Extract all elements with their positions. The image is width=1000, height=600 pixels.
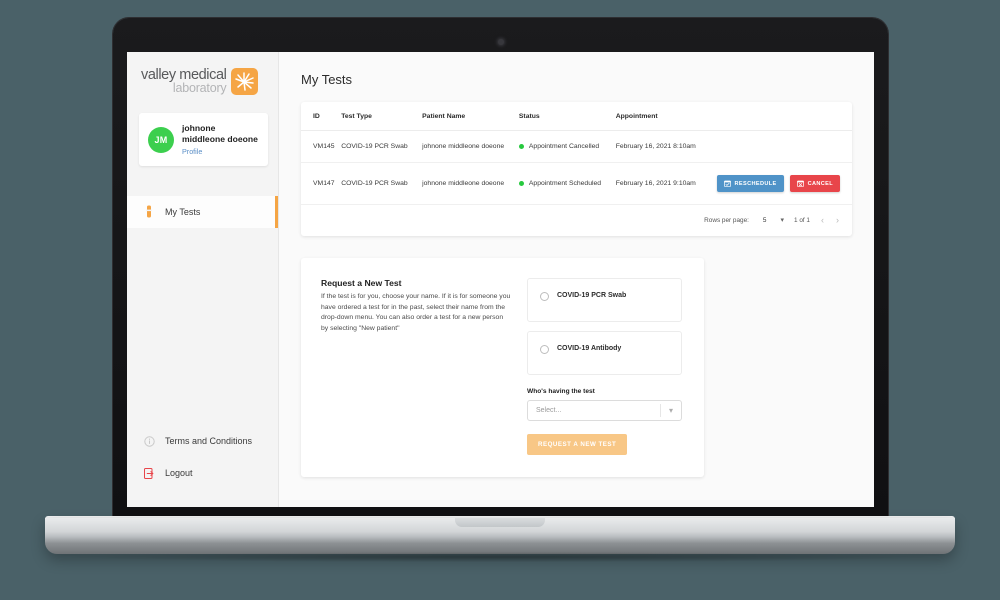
page-title: My Tests — [301, 72, 353, 87]
status-dot-icon — [518, 144, 524, 149]
cell-id: VM145 — [301, 130, 342, 163]
test-option-covid-19-pcr-swab[interactable]: COVID-19 PCR Swab — [527, 278, 682, 322]
profile-last-name: middleone doeone — [182, 134, 258, 145]
column-header-patient-name: Patient Name — [422, 102, 519, 131]
app-root: valley medical laboratory JM johnone mid… — [127, 52, 874, 507]
tests-table: ID Test Type Patient Name Status Appoint… — [301, 102, 852, 205]
radio-icon[interactable] — [540, 345, 549, 354]
request-form-column: COVID-19 PCR Swab COVID-19 Antibody Who'… — [527, 278, 682, 455]
patient-select[interactable]: Select... ▾ — [527, 400, 682, 421]
reschedule-button[interactable]: RESCHEDULE — [716, 175, 784, 192]
cell-actions: RESCHEDULE CANCEL — [716, 162, 852, 205]
profile-link[interactable]: Profile — [182, 147, 258, 156]
sidebar-nav-bottom: Terms and Conditions Logout — [127, 425, 278, 507]
column-header-actions — [716, 102, 852, 131]
request-description: If the test is for you, choose your name… — [321, 293, 511, 332]
brand-logo[interactable]: valley medical laboratory — [127, 52, 278, 109]
table-header-row: ID Test Type Patient Name Status Appoint… — [301, 102, 852, 131]
avatar: JM — [148, 126, 174, 153]
main-content: My Tests ID Test Type Patient Name Statu… — [279, 52, 874, 507]
sidebar-item-logout[interactable]: Logout — [127, 457, 278, 489]
sidebar: valley medical laboratory JM johnone mid… — [127, 52, 279, 507]
webcam-icon — [497, 39, 504, 45]
test-option-label: COVID-19 PCR Swab — [557, 292, 627, 299]
test-option-covid-19-antibody[interactable]: COVID-19 Antibody — [527, 331, 682, 375]
request-new-test-button[interactable]: REQUEST A NEW TEST — [527, 434, 628, 455]
calendar-check-icon — [723, 180, 731, 187]
rows-per-page-select[interactable]: 5 ▾ — [763, 217, 784, 224]
chevron-down-icon: ▾ — [780, 217, 784, 224]
table-row[interactable]: VM145 COVID-19 PCR Swab johnone middleon… — [301, 130, 852, 163]
chevron-down-icon[interactable]: ▾ — [661, 406, 681, 415]
calendar-x-icon — [796, 180, 804, 187]
profile-text: johnone middleone doeone Profile — [182, 123, 258, 155]
column-header-id: ID — [301, 102, 342, 131]
sidebar-item-my-tests[interactable]: My Tests — [127, 195, 278, 228]
request-new-test-card: Request a New Test If the test is for yo… — [301, 258, 704, 477]
column-header-test-type: Test Type — [341, 102, 423, 131]
profile-card[interactable]: JM johnone middleone doeone Profile — [139, 113, 268, 166]
brand-wordmark: valley medical laboratory — [141, 67, 227, 96]
cell-patient-name: johnone middleone doeone — [422, 130, 519, 163]
rows-per-page-label: Rows per page: — [704, 217, 749, 224]
laptop-device: valley medical laboratory JM johnone mid… — [0, 0, 1000, 600]
cancel-button[interactable]: CANCEL — [789, 175, 840, 192]
status-badge: Appointment Scheduled — [518, 180, 612, 187]
test-tube-icon — [143, 205, 155, 219]
sunburst-icon — [231, 68, 259, 96]
sidebar-item-label: Terms and Conditions — [165, 436, 253, 446]
request-title: Request a New Test — [321, 278, 402, 288]
cell-patient-name: johnone middleone doeone — [422, 162, 519, 205]
profile-first-name: johnone — [182, 123, 216, 134]
row-action-buttons: RESCHEDULE CANCEL — [716, 175, 840, 192]
table-row[interactable]: VM147 COVID-19 PCR Swab johnone middleon… — [301, 162, 852, 205]
status-label: Appointment Scheduled — [528, 180, 602, 187]
cell-id: VM147 — [301, 162, 342, 205]
radio-icon[interactable] — [540, 292, 549, 301]
patient-select-placeholder: Select... — [536, 407, 562, 414]
brand-line-2: laboratory — [172, 81, 227, 96]
cancel-button-label: CANCEL — [807, 180, 833, 187]
logout-icon — [143, 466, 155, 480]
laptop-shadow — [70, 552, 930, 562]
test-option-label: COVID-19 Antibody — [557, 345, 622, 352]
sidebar-item-terms-and-conditions[interactable]: Terms and Conditions — [127, 425, 278, 457]
cell-appointment: February 16, 2021 9:10am — [615, 162, 717, 205]
cell-status: Appointment Scheduled — [518, 162, 616, 205]
page-info: 1 of 1 — [794, 217, 810, 224]
pagination: Rows per page: 5 ▾ 1 of 1 ‹ › — [301, 205, 852, 236]
status-badge: Appointment Cancelled — [518, 143, 612, 150]
cell-status: Appointment Cancelled — [518, 130, 616, 163]
table-body: VM145 COVID-19 PCR Swab johnone middleon… — [301, 130, 852, 205]
reschedule-button-label: RESCHEDULE — [734, 180, 777, 187]
sidebar-item-label: My Tests — [165, 206, 201, 217]
chevron-right-icon[interactable]: › — [835, 216, 840, 225]
request-description-column: Request a New Test If the test is for yo… — [321, 278, 511, 455]
patient-select-label: Who's having the test — [527, 388, 595, 395]
status-label: Appointment Cancelled — [528, 143, 600, 150]
laptop-lid-notch — [455, 518, 545, 527]
cell-test-type: COVID-19 PCR Swab — [341, 130, 423, 163]
column-header-appointment: Appointment — [615, 102, 717, 131]
tests-table-card: ID Test Type Patient Name Status Appoint… — [301, 102, 852, 236]
status-dot-icon — [518, 181, 524, 186]
laptop-screen: valley medical laboratory JM johnone mid… — [127, 52, 874, 507]
sidebar-item-label: Logout — [165, 468, 193, 478]
sidebar-nav-main: My Tests — [127, 195, 278, 228]
rows-per-page-value: 5 — [762, 217, 767, 224]
info-icon — [143, 434, 155, 448]
table-header: ID Test Type Patient Name Status Appoint… — [301, 102, 852, 131]
chevron-left-icon[interactable]: ‹ — [820, 216, 825, 225]
column-header-status: Status — [518, 102, 616, 131]
cell-appointment: February 16, 2021 8:10am — [615, 130, 717, 163]
cell-actions — [716, 130, 852, 163]
cell-test-type: COVID-19 PCR Swab — [341, 162, 423, 205]
